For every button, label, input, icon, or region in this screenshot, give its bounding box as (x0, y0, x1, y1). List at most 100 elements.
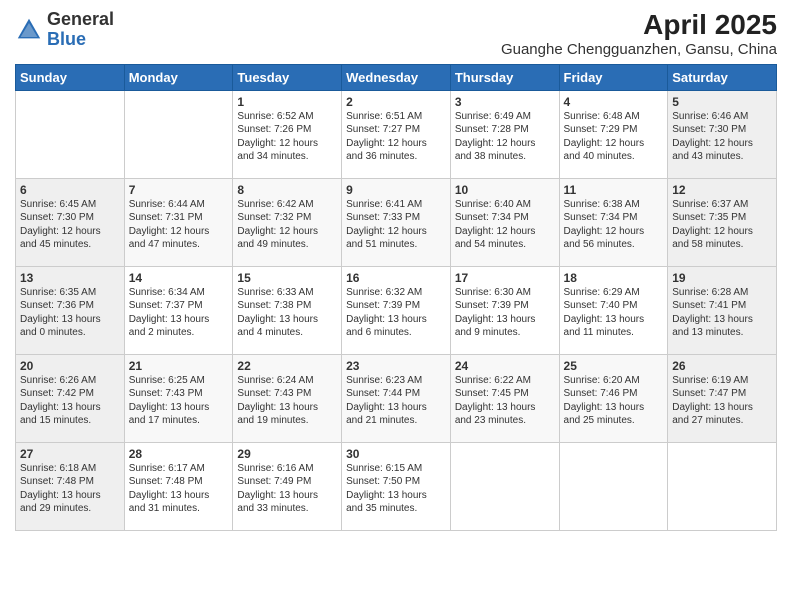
day-info: Sunrise: 6:37 AM Sunset: 7:35 PM Dayligh… (672, 198, 772, 252)
day-info: Sunrise: 6:44 AM Sunset: 7:31 PM Dayligh… (129, 198, 229, 252)
logo-blue-text: Blue (47, 29, 86, 49)
day-number: 1 (237, 95, 337, 109)
day-number: 6 (20, 183, 120, 197)
day-number: 24 (455, 359, 555, 373)
calendar-body: 1Sunrise: 6:52 AM Sunset: 7:26 PM Daylig… (16, 90, 777, 530)
calendar-day-cell: 9Sunrise: 6:41 AM Sunset: 7:33 PM Daylig… (342, 178, 451, 266)
calendar-day-cell: 3Sunrise: 6:49 AM Sunset: 7:28 PM Daylig… (450, 90, 559, 178)
day-info: Sunrise: 6:16 AM Sunset: 7:49 PM Dayligh… (237, 462, 337, 516)
day-number: 5 (672, 95, 772, 109)
day-number: 20 (20, 359, 120, 373)
day-info: Sunrise: 6:51 AM Sunset: 7:27 PM Dayligh… (346, 110, 446, 164)
day-number: 17 (455, 271, 555, 285)
logo-text: General Blue (47, 10, 114, 50)
calendar-day-cell: 7Sunrise: 6:44 AM Sunset: 7:31 PM Daylig… (124, 178, 233, 266)
day-info: Sunrise: 6:25 AM Sunset: 7:43 PM Dayligh… (129, 374, 229, 428)
day-info: Sunrise: 6:29 AM Sunset: 7:40 PM Dayligh… (564, 286, 664, 340)
day-info: Sunrise: 6:20 AM Sunset: 7:46 PM Dayligh… (564, 374, 664, 428)
header-monday: Monday (124, 64, 233, 90)
day-number: 15 (237, 271, 337, 285)
day-info: Sunrise: 6:49 AM Sunset: 7:28 PM Dayligh… (455, 110, 555, 164)
day-number: 2 (346, 95, 446, 109)
calendar-day-cell: 29Sunrise: 6:16 AM Sunset: 7:49 PM Dayli… (233, 442, 342, 530)
day-number: 29 (237, 447, 337, 461)
day-number: 27 (20, 447, 120, 461)
day-number: 11 (564, 183, 664, 197)
day-info: Sunrise: 6:22 AM Sunset: 7:45 PM Dayligh… (455, 374, 555, 428)
calendar-day-cell: 17Sunrise: 6:30 AM Sunset: 7:39 PM Dayli… (450, 266, 559, 354)
day-number: 7 (129, 183, 229, 197)
day-info: Sunrise: 6:17 AM Sunset: 7:48 PM Dayligh… (129, 462, 229, 516)
day-number: 14 (129, 271, 229, 285)
calendar-day-cell: 10Sunrise: 6:40 AM Sunset: 7:34 PM Dayli… (450, 178, 559, 266)
logo-general-text: General (47, 9, 114, 29)
day-info: Sunrise: 6:30 AM Sunset: 7:39 PM Dayligh… (455, 286, 555, 340)
calendar-week-row: 1Sunrise: 6:52 AM Sunset: 7:26 PM Daylig… (16, 90, 777, 178)
calendar-day-cell: 23Sunrise: 6:23 AM Sunset: 7:44 PM Dayli… (342, 354, 451, 442)
day-number: 9 (346, 183, 446, 197)
day-info: Sunrise: 6:28 AM Sunset: 7:41 PM Dayligh… (672, 286, 772, 340)
calendar-day-cell: 6Sunrise: 6:45 AM Sunset: 7:30 PM Daylig… (16, 178, 125, 266)
calendar-title: April 2025 (501, 10, 777, 41)
day-number: 13 (20, 271, 120, 285)
calendar-day-cell: 27Sunrise: 6:18 AM Sunset: 7:48 PM Dayli… (16, 442, 125, 530)
day-number: 22 (237, 359, 337, 373)
calendar-day-cell: 4Sunrise: 6:48 AM Sunset: 7:29 PM Daylig… (559, 90, 668, 178)
calendar-subtitle: Guanghe Chengguanzhen, Gansu, China (501, 41, 777, 58)
day-number: 18 (564, 271, 664, 285)
calendar-week-row: 20Sunrise: 6:26 AM Sunset: 7:42 PM Dayli… (16, 354, 777, 442)
calendar-day-cell: 12Sunrise: 6:37 AM Sunset: 7:35 PM Dayli… (668, 178, 777, 266)
day-info: Sunrise: 6:46 AM Sunset: 7:30 PM Dayligh… (672, 110, 772, 164)
day-info: Sunrise: 6:18 AM Sunset: 7:48 PM Dayligh… (20, 462, 120, 516)
calendar-header: Sunday Monday Tuesday Wednesday Thursday… (16, 64, 777, 90)
day-info: Sunrise: 6:15 AM Sunset: 7:50 PM Dayligh… (346, 462, 446, 516)
header-wednesday: Wednesday (342, 64, 451, 90)
calendar-day-cell: 1Sunrise: 6:52 AM Sunset: 7:26 PM Daylig… (233, 90, 342, 178)
calendar-day-cell: 25Sunrise: 6:20 AM Sunset: 7:46 PM Dayli… (559, 354, 668, 442)
calendar-week-row: 13Sunrise: 6:35 AM Sunset: 7:36 PM Dayli… (16, 266, 777, 354)
day-number: 8 (237, 183, 337, 197)
calendar-day-cell: 28Sunrise: 6:17 AM Sunset: 7:48 PM Dayli… (124, 442, 233, 530)
day-info: Sunrise: 6:24 AM Sunset: 7:43 PM Dayligh… (237, 374, 337, 428)
calendar-day-cell: 20Sunrise: 6:26 AM Sunset: 7:42 PM Dayli… (16, 354, 125, 442)
calendar-day-cell (450, 442, 559, 530)
day-info: Sunrise: 6:33 AM Sunset: 7:38 PM Dayligh… (237, 286, 337, 340)
calendar-day-cell: 16Sunrise: 6:32 AM Sunset: 7:39 PM Dayli… (342, 266, 451, 354)
calendar-day-cell: 30Sunrise: 6:15 AM Sunset: 7:50 PM Dayli… (342, 442, 451, 530)
day-number: 19 (672, 271, 772, 285)
day-info: Sunrise: 6:45 AM Sunset: 7:30 PM Dayligh… (20, 198, 120, 252)
calendar-day-cell: 21Sunrise: 6:25 AM Sunset: 7:43 PM Dayli… (124, 354, 233, 442)
day-info: Sunrise: 6:26 AM Sunset: 7:42 PM Dayligh… (20, 374, 120, 428)
title-block: April 2025 Guanghe Chengguanzhen, Gansu,… (501, 10, 777, 58)
logo: General Blue (15, 10, 114, 50)
calendar-day-cell: 5Sunrise: 6:46 AM Sunset: 7:30 PM Daylig… (668, 90, 777, 178)
day-number: 4 (564, 95, 664, 109)
day-info: Sunrise: 6:38 AM Sunset: 7:34 PM Dayligh… (564, 198, 664, 252)
calendar-day-cell (124, 90, 233, 178)
calendar-day-cell: 26Sunrise: 6:19 AM Sunset: 7:47 PM Dayli… (668, 354, 777, 442)
day-number: 21 (129, 359, 229, 373)
day-info: Sunrise: 6:42 AM Sunset: 7:32 PM Dayligh… (237, 198, 337, 252)
day-number: 16 (346, 271, 446, 285)
calendar-week-row: 6Sunrise: 6:45 AM Sunset: 7:30 PM Daylig… (16, 178, 777, 266)
day-number: 30 (346, 447, 446, 461)
day-info: Sunrise: 6:48 AM Sunset: 7:29 PM Dayligh… (564, 110, 664, 164)
header: General Blue April 2025 Guanghe Chenggua… (15, 10, 777, 58)
day-info: Sunrise: 6:23 AM Sunset: 7:44 PM Dayligh… (346, 374, 446, 428)
calendar-day-cell: 14Sunrise: 6:34 AM Sunset: 7:37 PM Dayli… (124, 266, 233, 354)
calendar-day-cell: 11Sunrise: 6:38 AM Sunset: 7:34 PM Dayli… (559, 178, 668, 266)
day-info: Sunrise: 6:19 AM Sunset: 7:47 PM Dayligh… (672, 374, 772, 428)
header-sunday: Sunday (16, 64, 125, 90)
day-number: 28 (129, 447, 229, 461)
day-number: 10 (455, 183, 555, 197)
day-info: Sunrise: 6:34 AM Sunset: 7:37 PM Dayligh… (129, 286, 229, 340)
day-number: 23 (346, 359, 446, 373)
page: General Blue April 2025 Guanghe Chenggua… (0, 0, 792, 612)
day-number: 3 (455, 95, 555, 109)
header-saturday: Saturday (668, 64, 777, 90)
logo-icon (15, 16, 43, 44)
calendar-day-cell: 18Sunrise: 6:29 AM Sunset: 7:40 PM Dayli… (559, 266, 668, 354)
header-friday: Friday (559, 64, 668, 90)
day-info: Sunrise: 6:35 AM Sunset: 7:36 PM Dayligh… (20, 286, 120, 340)
calendar-day-cell: 8Sunrise: 6:42 AM Sunset: 7:32 PM Daylig… (233, 178, 342, 266)
